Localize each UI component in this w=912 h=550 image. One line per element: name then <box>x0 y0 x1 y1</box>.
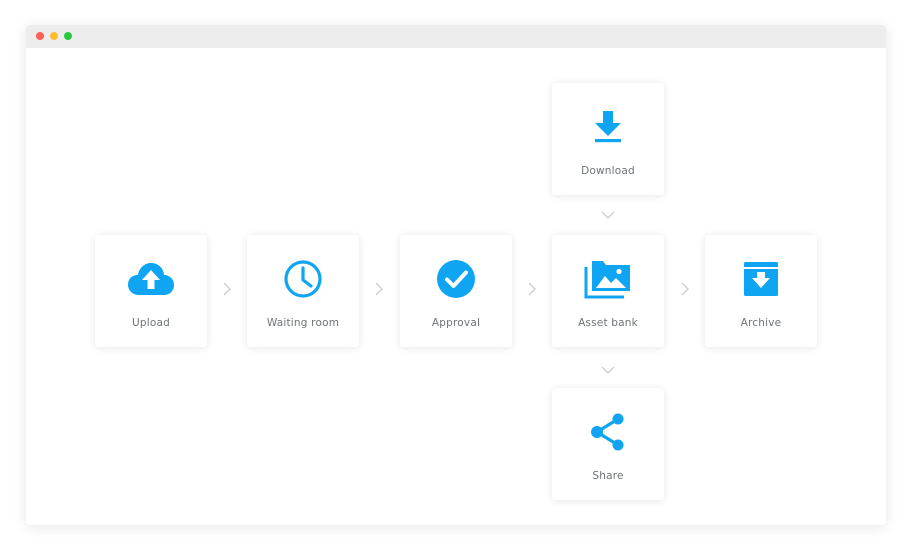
cloud-upload-icon <box>95 259 207 299</box>
archive-card[interactable]: Archive <box>705 235 817 347</box>
share-icon <box>552 412 664 452</box>
chevron-down-icon <box>601 211 615 219</box>
chevron-right-icon <box>223 282 231 296</box>
share-card[interactable]: Share <box>552 388 664 500</box>
waiting-room-label: Waiting room <box>266 317 340 329</box>
asset-bank-card[interactable]: Asset bank <box>552 235 664 347</box>
archive-box-icon <box>705 259 817 299</box>
close-window-button[interactable] <box>36 32 44 40</box>
maximize-window-button[interactable] <box>64 32 72 40</box>
waiting-room-card[interactable]: Waiting room <box>247 235 359 347</box>
photo-folder-icon <box>552 259 664 299</box>
chevron-down-icon <box>601 366 615 374</box>
download-icon <box>552 107 664 147</box>
window-titlebar <box>26 25 886 48</box>
asset-bank-label: Asset bank <box>578 317 638 329</box>
clock-icon <box>247 259 359 299</box>
upload-card[interactable]: Upload <box>95 235 207 347</box>
upload-label: Upload <box>132 317 170 329</box>
chevron-right-icon <box>681 282 689 296</box>
chevron-right-icon <box>375 282 383 296</box>
check-circle-icon <box>400 259 512 299</box>
download-label: Download <box>581 165 635 177</box>
browser-window: Download Upload Waiting room Approval As… <box>26 25 886 525</box>
archive-label: Archive <box>740 317 782 329</box>
share-label: Share <box>592 470 624 482</box>
approval-card[interactable]: Approval <box>400 235 512 347</box>
chevron-right-icon <box>528 282 536 296</box>
minimize-window-button[interactable] <box>50 32 58 40</box>
approval-label: Approval <box>431 317 481 329</box>
download-card[interactable]: Download <box>552 83 664 195</box>
